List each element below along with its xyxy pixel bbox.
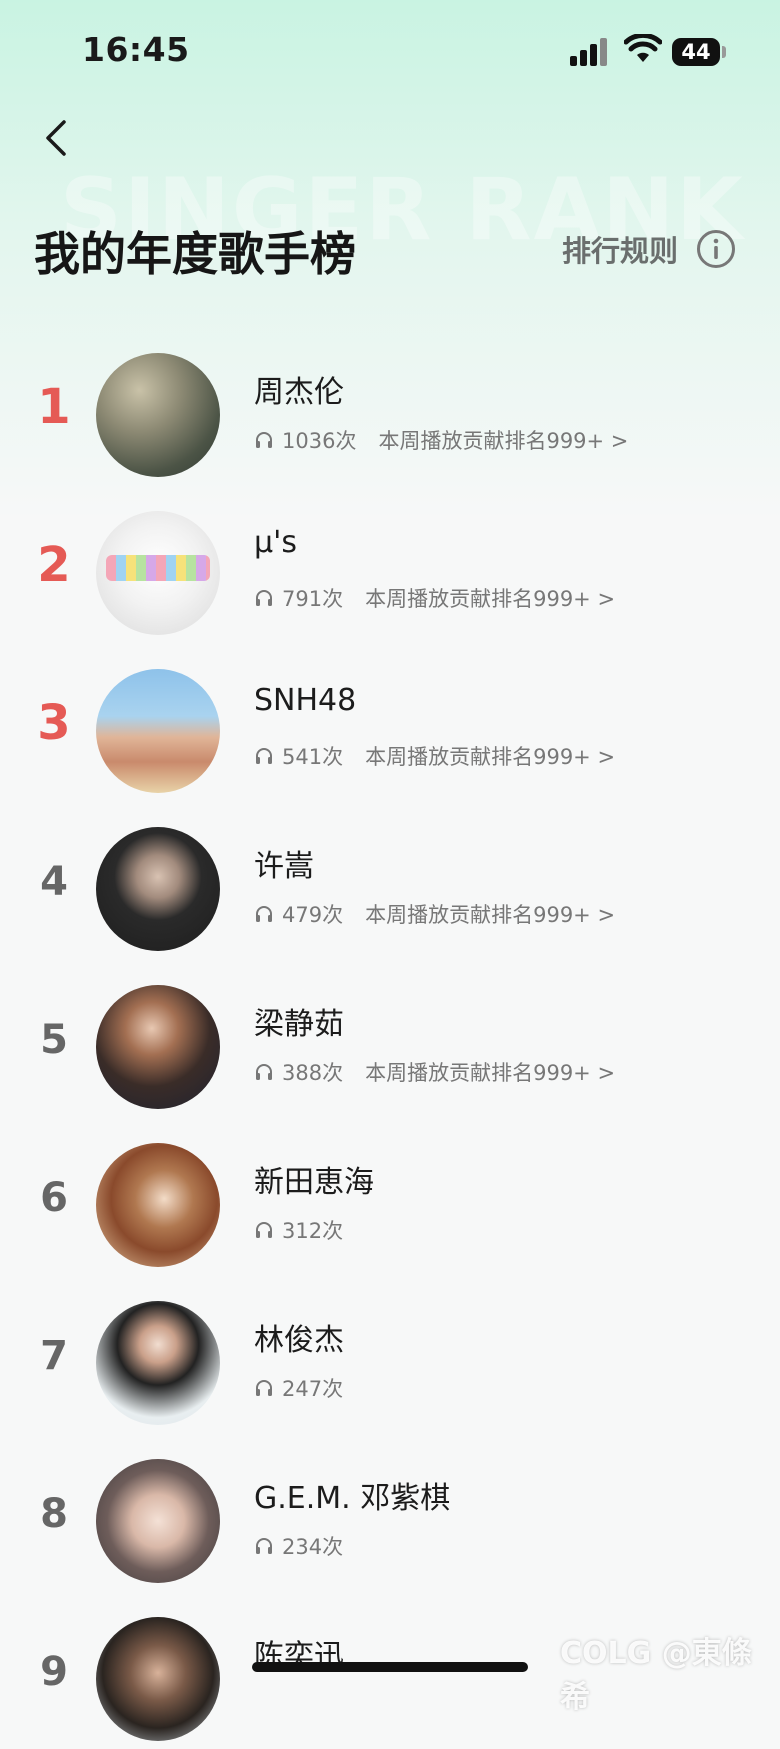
artist-stats: 388次 本周播放贡献排名999+ > xyxy=(254,1057,615,1087)
headphone-icon xyxy=(256,906,272,922)
weekly-rank-link[interactable]: 本周播放贡献排名999+ > xyxy=(365,583,615,613)
rank-row[interactable]: 4 许嵩 479次 本周播放贡献排名999+ > xyxy=(0,819,780,959)
play-count: 247次 xyxy=(282,1377,344,1401)
artist-name: 林俊杰 xyxy=(254,1323,344,1358)
home-indicator[interactable] xyxy=(252,1662,528,1672)
artist-avatar xyxy=(96,511,220,635)
artist-avatar xyxy=(96,985,220,1109)
rank-row[interactable]: 1 周杰伦 1036次 本周播放贡献排名999+ > xyxy=(0,345,780,485)
weekly-rank-link[interactable]: 本周播放贡献排名999+ > xyxy=(365,899,615,929)
headphone-icon xyxy=(256,590,272,606)
artist-name: 许嵩 xyxy=(254,849,314,884)
battery-level: 44 xyxy=(681,40,711,64)
rank-row[interactable]: 2 μ's 791次 本周播放贡献排名999+ > xyxy=(0,503,780,643)
ranking-rules-label: 排行规则 xyxy=(562,234,679,268)
artist-name: 新田恵海 xyxy=(254,1165,374,1200)
artist-avatar xyxy=(96,1617,220,1741)
artist-avatar xyxy=(96,353,220,477)
play-count: 312次 xyxy=(282,1219,344,1243)
artist-avatar xyxy=(96,827,220,951)
battery-cap xyxy=(722,46,726,58)
artist-name: G.E.M. 邓紫棋 xyxy=(254,1481,451,1516)
artist-stats: 234次 xyxy=(254,1531,365,1561)
artist-avatar xyxy=(96,1301,220,1425)
rank-number: 7 xyxy=(40,1333,68,1379)
artist-name: SNH48 xyxy=(254,683,357,718)
artist-avatar xyxy=(96,1143,220,1267)
artist-stats: 247次 xyxy=(254,1373,365,1403)
rank-number: 2 xyxy=(37,537,71,593)
rank-number: 5 xyxy=(40,1017,68,1063)
headphone-icon xyxy=(256,1538,272,1554)
play-count: 1036次 xyxy=(282,429,357,453)
artist-stats: 312次 xyxy=(254,1215,365,1245)
status-time: 16:45 xyxy=(82,30,190,69)
artist-stats: 791次 本周播放贡献排名999+ > xyxy=(254,583,615,613)
rank-row[interactable]: 8 G.E.M. 邓紫棋 234次 xyxy=(0,1451,780,1591)
rank-number: 4 xyxy=(40,859,68,905)
rank-row[interactable]: 3 SNH48 541次 本周播放贡献排名999+ > xyxy=(0,661,780,801)
rank-row[interactable]: 7 林俊杰 247次 xyxy=(0,1293,780,1433)
rank-number: 9 xyxy=(40,1649,68,1695)
cellular-signal-icon xyxy=(570,38,610,66)
page-title: 我的年度歌手榜 xyxy=(34,227,356,281)
rank-number: 8 xyxy=(40,1491,68,1537)
status-bar: 16:45 44 xyxy=(0,0,780,100)
play-count: 234次 xyxy=(282,1535,344,1559)
rank-number: 3 xyxy=(37,695,71,751)
weekly-rank-link[interactable]: 本周播放贡献排名999+ > xyxy=(365,741,615,771)
weekly-rank-link[interactable]: 本周播放贡献排名999+ > xyxy=(378,425,628,455)
play-count: 388次 xyxy=(282,1061,344,1085)
artist-stats: 1036次 本周播放贡献排名999+ > xyxy=(254,425,628,455)
rank-number: 6 xyxy=(40,1175,68,1221)
play-count: 541次 xyxy=(282,745,344,769)
headphone-icon xyxy=(256,432,272,448)
artist-name: 周杰伦 xyxy=(254,375,344,410)
artist-avatar xyxy=(96,1459,220,1583)
headphone-icon xyxy=(256,1380,272,1396)
ranking-rules-button[interactable]: 排行规则 xyxy=(562,226,736,272)
headphone-icon xyxy=(256,1064,272,1080)
artist-stats: 479次 本周播放贡献排名999+ > xyxy=(254,899,615,929)
battery-icon: 44 xyxy=(672,38,720,66)
weekly-rank-link[interactable]: 本周播放贡献排名999+ > xyxy=(365,1057,615,1087)
info-icon xyxy=(697,230,736,268)
headphone-icon xyxy=(256,1222,272,1238)
rank-number: 1 xyxy=(37,379,71,435)
wifi-icon xyxy=(624,34,662,62)
rank-row[interactable]: 6 新田恵海 312次 xyxy=(0,1135,780,1275)
rank-row[interactable]: 5 梁静茹 388次 本周播放贡献排名999+ > xyxy=(0,977,780,1117)
artist-avatar xyxy=(96,669,220,793)
artist-stats: 541次 本周播放贡献排名999+ > xyxy=(254,741,615,771)
corner-watermark: COLG @東條希 xyxy=(560,1636,752,1715)
play-count: 479次 xyxy=(282,903,344,927)
artist-name: 梁静茹 xyxy=(254,1007,344,1042)
play-count: 791次 xyxy=(282,587,344,611)
back-chevron-icon[interactable] xyxy=(38,118,78,158)
artist-name: μ's xyxy=(254,525,297,560)
headphone-icon xyxy=(256,748,272,764)
